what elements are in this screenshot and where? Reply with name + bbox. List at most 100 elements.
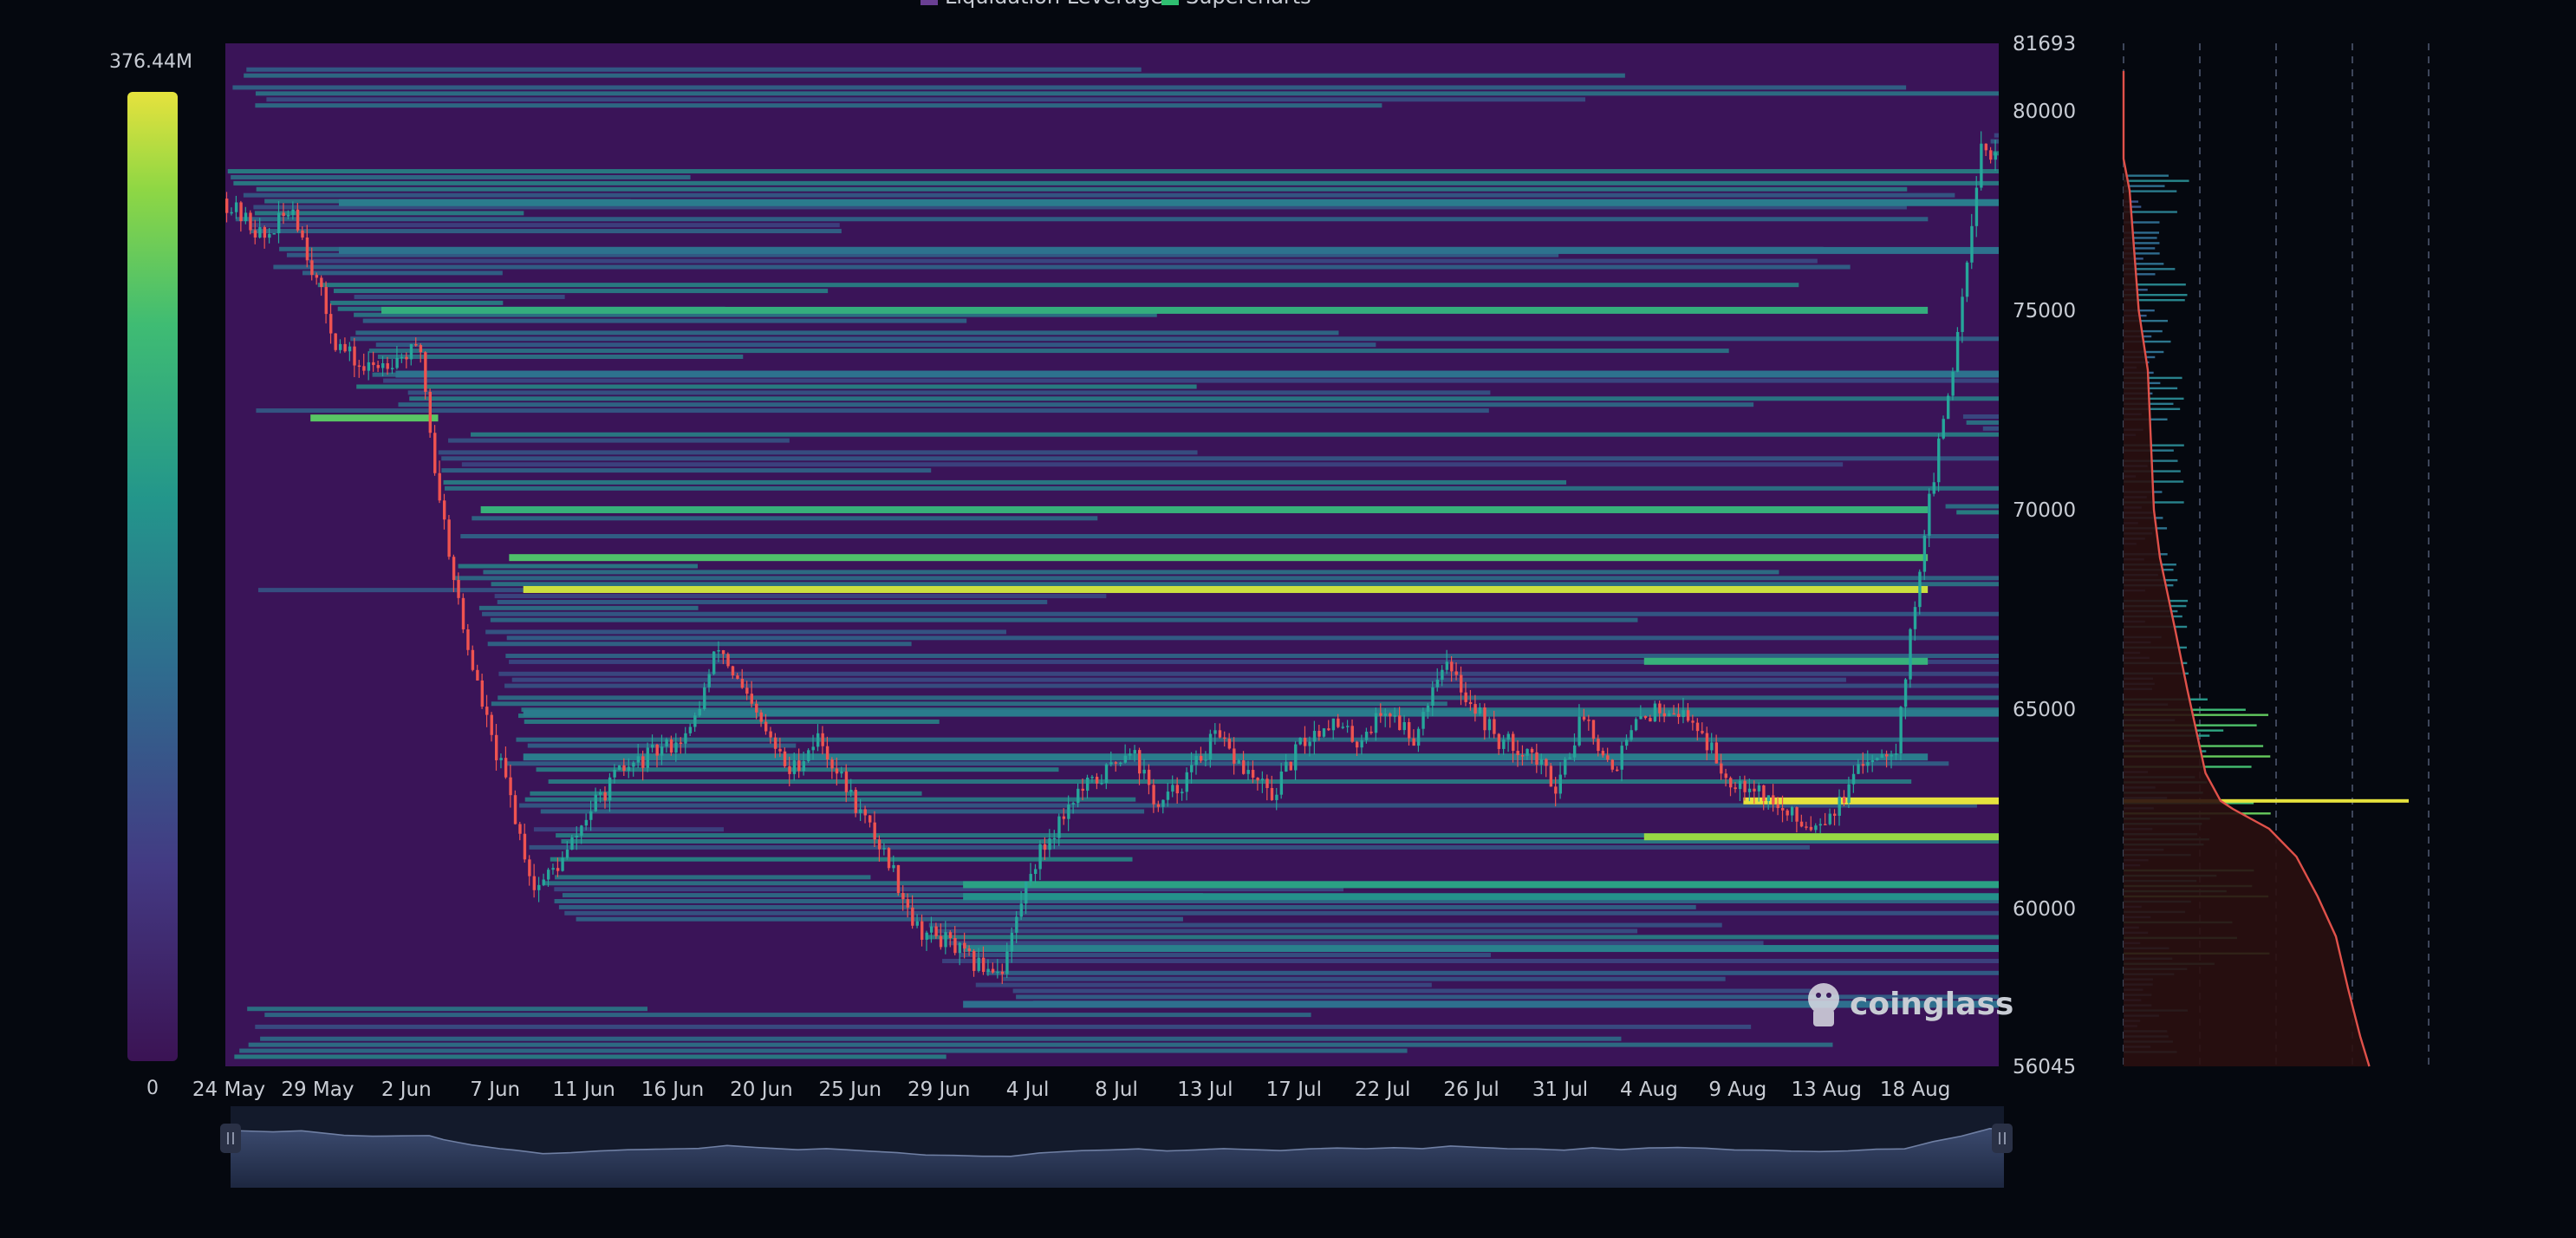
candle-body <box>1833 813 1837 816</box>
liquidation-band <box>398 402 1754 407</box>
candle-body <box>1473 704 1477 714</box>
candle-body <box>1190 765 1194 772</box>
liquidation-profile <box>2122 43 2436 1067</box>
candle-body <box>1658 703 1662 713</box>
liquidation-band <box>524 797 1136 802</box>
candle-body <box>887 848 891 869</box>
candle-body <box>906 899 910 908</box>
candle-body <box>1743 780 1747 792</box>
candle-body <box>1129 753 1132 756</box>
candle-body <box>1955 331 1960 372</box>
candle-body <box>424 352 427 392</box>
candle-body <box>1062 816 1066 819</box>
candle-body <box>911 907 914 926</box>
candle-body <box>1932 482 1936 494</box>
candle-body <box>1890 754 1893 757</box>
liquidation-band <box>251 223 840 228</box>
profile-bar <box>2124 190 2177 192</box>
candle-body <box>353 346 356 366</box>
legend-item-supercharts[interactable]: Supercharts <box>1161 0 1311 9</box>
candle-body <box>835 768 839 774</box>
candle-body <box>343 343 347 352</box>
liquidation-level <box>480 505 1929 513</box>
navigator-left-handle[interactable] <box>220 1124 241 1153</box>
candle-body <box>929 926 933 933</box>
liquidation-band <box>227 169 2000 174</box>
candle-body <box>386 362 389 369</box>
candle-body <box>372 362 375 366</box>
candle-body <box>632 762 635 767</box>
candle-body <box>603 792 607 801</box>
candle-body <box>1857 764 1860 774</box>
candle-body <box>1838 796 1841 816</box>
price-tick-label: 56045 <box>2013 1056 2076 1078</box>
candle-body <box>1010 932 1014 952</box>
candle-body <box>778 748 782 752</box>
liquidation-band <box>506 635 1999 641</box>
candle-body <box>1156 804 1161 807</box>
candle-body <box>1899 707 1903 754</box>
candle-body <box>1724 773 1727 779</box>
candle-body <box>802 760 806 772</box>
liquidation-band <box>239 1048 1408 1053</box>
candle-body <box>1649 718 1652 722</box>
liquidation-band <box>1966 420 1999 425</box>
candle-body <box>589 811 593 820</box>
candle-body <box>1965 262 1969 297</box>
candle-body <box>1668 713 1671 717</box>
candle-body <box>939 935 943 948</box>
candle-body <box>575 835 579 838</box>
candle-body <box>1572 745 1577 758</box>
candle-body <box>1294 744 1298 771</box>
candle-body <box>1984 143 1988 151</box>
candle-body <box>1279 771 1284 795</box>
candle-body <box>1483 707 1486 731</box>
candle-body <box>973 950 976 971</box>
candle-body <box>414 343 418 346</box>
candle-body <box>821 733 824 746</box>
legend-item-liquidation-leverage[interactable]: Liquidation Leverage <box>920 0 1163 9</box>
candle-body <box>1818 824 1823 826</box>
candle-body <box>1166 792 1170 800</box>
candle-body <box>1597 739 1600 752</box>
liquidation-level <box>1743 797 1999 805</box>
date-tick-label: 24 May <box>192 1078 265 1101</box>
liquidation-band <box>461 462 1844 467</box>
candle-body <box>362 366 366 371</box>
candle-body <box>1393 715 1397 717</box>
candle-body <box>759 712 763 722</box>
candle-body <box>646 747 649 768</box>
date-tick-label: 11 Jun <box>552 1078 615 1101</box>
candle-body <box>1512 733 1515 752</box>
liquidation-band <box>576 916 1183 922</box>
candle-body <box>783 751 787 766</box>
candle-body <box>1398 715 1402 731</box>
candle-body <box>1506 733 1510 740</box>
candle-body <box>750 694 754 704</box>
candle-body <box>1525 748 1529 756</box>
liquidation-band <box>942 959 1999 964</box>
liquidation-band <box>256 186 1908 192</box>
candle-body <box>1464 692 1467 702</box>
liquidation-band <box>1982 426 1999 431</box>
candle-body <box>736 675 739 679</box>
candle-body <box>1568 757 1571 759</box>
profile-bar <box>2124 174 2169 177</box>
navigator-right-handle[interactable] <box>1992 1124 2013 1153</box>
candle-body <box>1133 750 1136 754</box>
candle-body <box>1918 571 1922 608</box>
candle-body <box>1100 782 1103 785</box>
candle-body <box>726 654 730 667</box>
candle-body <box>537 884 541 890</box>
candle-body <box>731 666 735 676</box>
liquidation-band <box>986 970 1999 975</box>
liquidation-band <box>246 67 1142 72</box>
candle-body <box>452 557 456 580</box>
liquidation-band <box>309 258 1818 264</box>
candle-body <box>1114 762 1118 764</box>
liquidation-level <box>1643 657 1929 665</box>
candle-body <box>1591 720 1596 740</box>
candle-body <box>599 792 602 795</box>
time-navigator[interactable] <box>220 1106 2013 1188</box>
candle-body <box>438 472 441 501</box>
